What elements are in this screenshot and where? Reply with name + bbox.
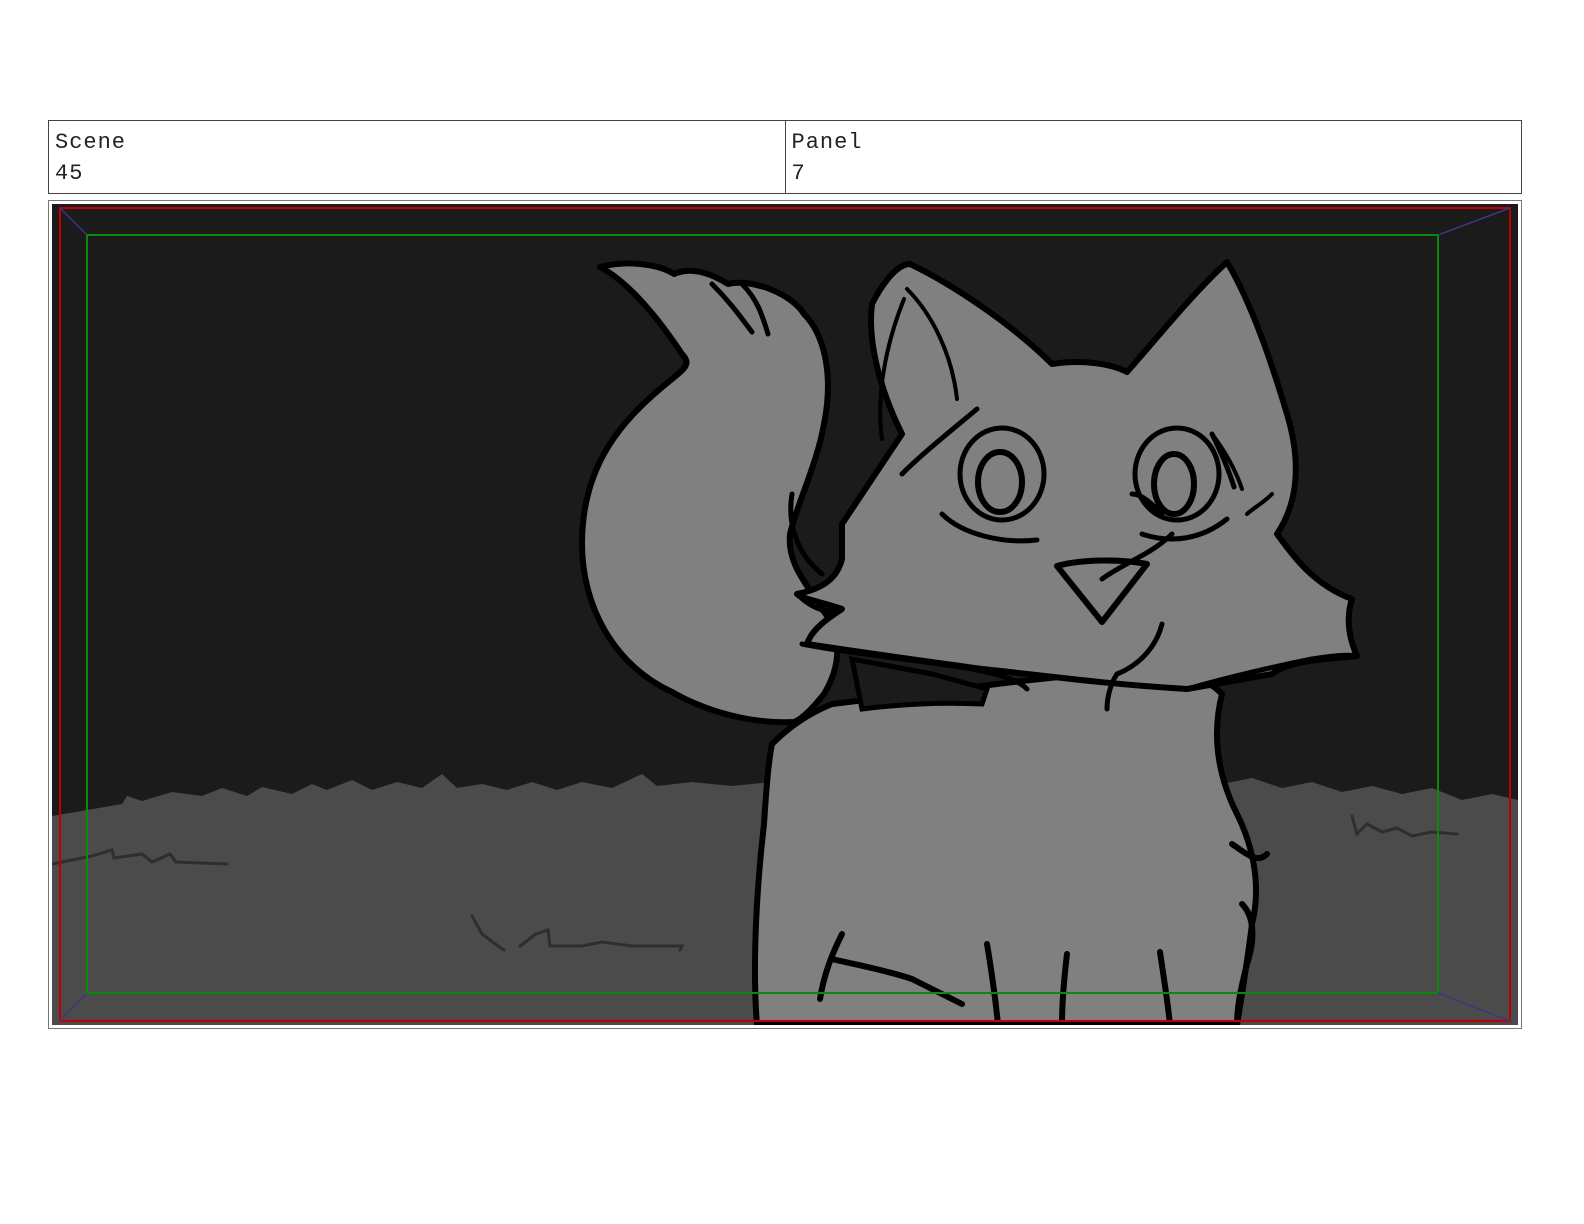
panel-label: Panel [791,130,863,155]
scene-number: 45 [55,161,84,186]
scene-label: Scene [55,130,127,155]
panel-cell: Panel 7 [784,121,1522,193]
panel-number: 7 [791,161,806,186]
scene-cell: Scene 45 [49,121,785,193]
fox-body [751,665,1260,1025]
scene-panel-header: Scene 45 Panel 7 [48,120,1522,194]
storyboard-panel-drawing [52,204,1518,1025]
